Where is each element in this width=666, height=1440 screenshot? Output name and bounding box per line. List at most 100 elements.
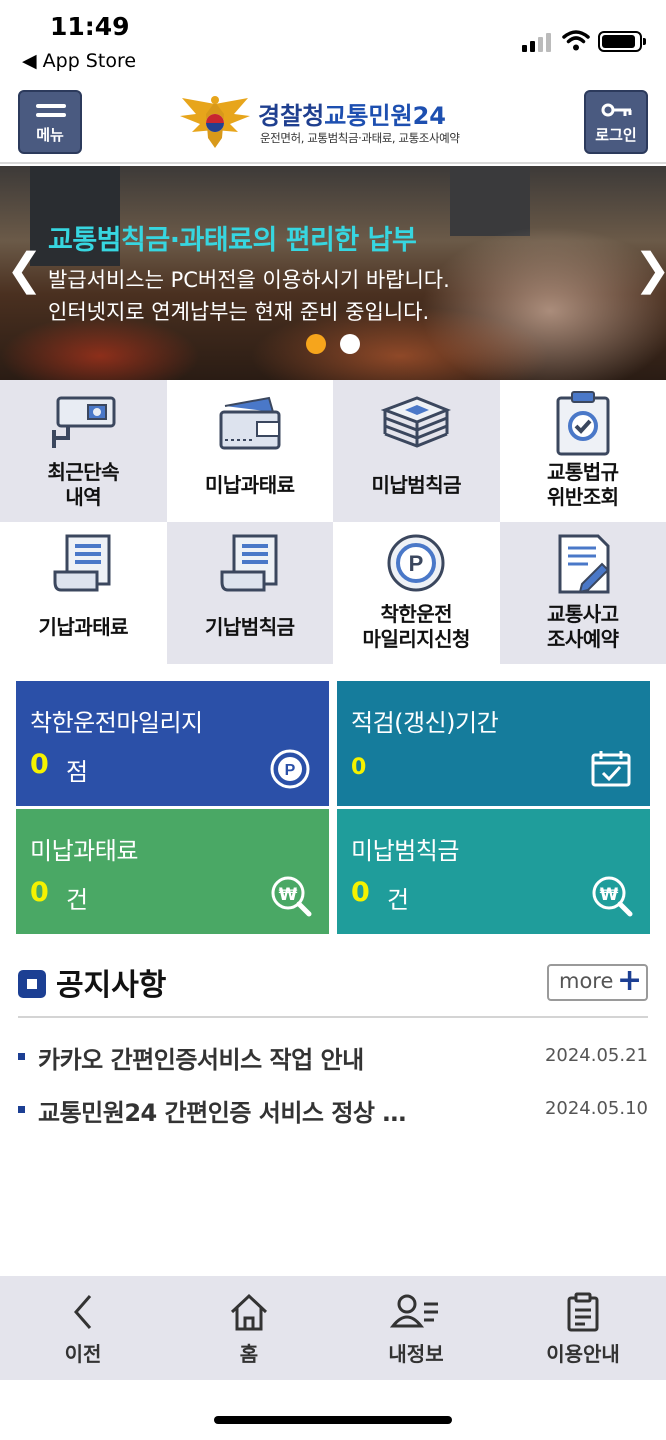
notice-more-button[interactable]: more + [547, 963, 648, 1001]
nav-home[interactable]: 홈 [166, 1276, 332, 1380]
bullet-icon [18, 1053, 25, 1060]
wallet-icon [219, 396, 281, 450]
svg-text:₩: ₩ [600, 885, 619, 905]
service-menu-grid: 최근단속 내역 미납과태료 미납범칙금 교통법규 위반조회 기납과태료 기납범칙… [0, 380, 666, 664]
notice-item-text: 교통민원24 간편인증 서비스 정상 … [38, 1099, 406, 1127]
receipt-scroll-icon [53, 534, 111, 592]
menu-label: 메뉴 [36, 126, 64, 144]
banner-title: 교통범칙금·과태료의 편리한 납부 [48, 225, 417, 256]
police-emblem-icon [180, 96, 250, 148]
banner-line-2: 인터넷지로 연계납부는 현재 준비 중입니다. [48, 300, 430, 324]
menu-label: 기납과태료 [38, 615, 129, 639]
notice-item[interactable]: 교통민원24 간편인증 서비스 정상 … 2024.05.10 [18, 1093, 648, 1133]
banner-prev-icon[interactable]: ❮ [6, 244, 43, 295]
menu-accident-reservation[interactable]: 교통사고 조사예약 [499, 522, 666, 664]
battery-icon [598, 31, 646, 52]
user-list-icon [390, 1294, 438, 1328]
nav-label: 내정보 [388, 1342, 444, 1366]
key-icon [601, 103, 632, 117]
bottom-navigation: 이전 홈 내정보 이용안내 [0, 1276, 666, 1380]
nav-label: 이전 [64, 1342, 102, 1366]
card-title: 미납범칙금 [351, 837, 459, 865]
card-value: 0 [30, 877, 49, 908]
menu-label: 기납범칙금 [205, 615, 295, 639]
card-inspection-period[interactable]: 적검(갱신)기간 0 [337, 681, 650, 806]
card-value: 0 [351, 755, 367, 780]
card-unit: 점 [66, 758, 89, 786]
nav-guide[interactable]: 이용안내 [500, 1276, 666, 1380]
status-time: 11:49 [50, 12, 130, 41]
nav-my-info[interactable]: 내정보 [333, 1276, 499, 1380]
card-good-driving-mileage[interactable]: 착한운전마일리지 0 점 P [16, 681, 329, 806]
nav-label: 홈 [239, 1342, 259, 1366]
cctv-camera-icon [52, 396, 116, 448]
app-header: 메뉴 경찰청교통민원24 운전면허, 교통범칙금·과태료, 교통조사예약 로그인 [0, 84, 666, 164]
menu-button[interactable]: 메뉴 [18, 90, 82, 154]
menu-mileage-apply[interactable]: P 착한운전 마일리지신청 [333, 522, 500, 664]
menu-paid-penalty[interactable]: 기납범칙금 [166, 522, 333, 664]
document-pen-icon [558, 534, 610, 594]
login-label: 로그인 [595, 126, 637, 144]
card-title: 착한운전마일리지 [30, 709, 203, 737]
logo-subtitle: 운전면허, 교통범칙금·과태료, 교통조사예약 [260, 131, 460, 145]
menu-paid-fine[interactable]: 기납과태료 [0, 522, 167, 664]
card-title: 적검(갱신)기간 [351, 709, 499, 737]
notice-item[interactable]: 카카오 간편인증서비스 작업 안내 2024.05.21 [18, 1040, 648, 1080]
plus-icon: + [617, 963, 643, 998]
bullet-icon [18, 1106, 25, 1113]
menu-label: 착한운전 마일리지신청 [362, 602, 471, 651]
menu-violation-lookup[interactable]: 교통법규 위반조회 [499, 380, 666, 522]
menu-label: 교통사고 조사예약 [546, 602, 619, 651]
notice-item-text: 카카오 간편인증서비스 작업 안내 [38, 1046, 364, 1074]
cellular-signal-icon [522, 32, 554, 52]
menu-unpaid-fine[interactable]: 미납과태료 [166, 380, 333, 522]
login-button[interactable]: 로그인 [584, 90, 648, 154]
home-indicator[interactable] [214, 1416, 452, 1424]
notice-square-icon [18, 970, 46, 998]
clipboard-check-icon [556, 391, 610, 456]
parking-coin-icon: P [387, 534, 445, 592]
card-title: 미납과태료 [30, 837, 138, 865]
card-value: 0 [30, 749, 49, 780]
parking-coin-icon: P [270, 749, 310, 789]
menu-unpaid-penalty[interactable]: 미납범칙금 [333, 380, 500, 522]
nav-back[interactable]: 이전 [0, 1276, 166, 1380]
menu-recent-enforcement[interactable]: 최근단속 내역 [0, 380, 167, 522]
more-label: more [559, 969, 614, 993]
notice-item-date: 2024.05.21 [544, 1045, 648, 1066]
receipt-scroll-icon [220, 534, 278, 592]
logo-title: 경찰청교통민원24 [258, 102, 446, 130]
wifi-icon [562, 30, 590, 51]
svg-text:P: P [285, 762, 296, 779]
card-unit: 건 [66, 886, 89, 914]
won-search-icon: ₩ [592, 876, 633, 917]
banner-dot-2[interactable] [340, 334, 360, 354]
promo-banner[interactable]: 교통범칙금·과태료의 편리한 납부 발급서비스는 PC버전을 이용하시기 바랍니… [0, 166, 666, 380]
menu-label: 미납범칙금 [371, 473, 462, 497]
clipboard-guide-icon [567, 1292, 599, 1332]
nav-label: 이용안내 [546, 1342, 620, 1366]
banner-line-1: 발급서비스는 PC버전을 이용하시기 바랍니다. [48, 268, 450, 292]
banner-dot-1[interactable] [306, 334, 326, 354]
card-value: 0 [351, 877, 370, 908]
notice-title: 공지사항 [56, 968, 167, 1003]
card-unpaid-fine[interactable]: 미납과태료 0 건 ₩ [16, 809, 329, 934]
svg-text:₩: ₩ [279, 885, 298, 905]
card-unit: 건 [387, 886, 410, 914]
back-to-app-store-link[interactable]: ◀ App Store [22, 50, 136, 72]
menu-label: 미납과태료 [205, 473, 295, 497]
calendar-check-icon [591, 751, 631, 787]
won-search-icon: ₩ [271, 876, 312, 917]
status-bar: 11:49 ◀ App Store [0, 0, 666, 84]
menu-label: 최근단속 내역 [47, 460, 120, 509]
card-unpaid-penalty[interactable]: 미납범칙금 0 건 ₩ [337, 809, 650, 934]
chevron-left-icon [74, 1295, 92, 1329]
money-stack-icon [381, 396, 452, 448]
menu-label: 교통법규 위반조회 [546, 460, 619, 509]
home-icon [230, 1293, 268, 1331]
police-logo[interactable]: 경찰청교통민원24 운전면허, 교통범칙금·과태료, 교통조사예약 [176, 94, 496, 154]
banner-building [450, 166, 530, 236]
banner-next-icon[interactable]: ❯ [634, 244, 666, 295]
notice-header: 공지사항 more + [18, 958, 648, 1018]
svg-text:P: P [409, 551, 424, 576]
